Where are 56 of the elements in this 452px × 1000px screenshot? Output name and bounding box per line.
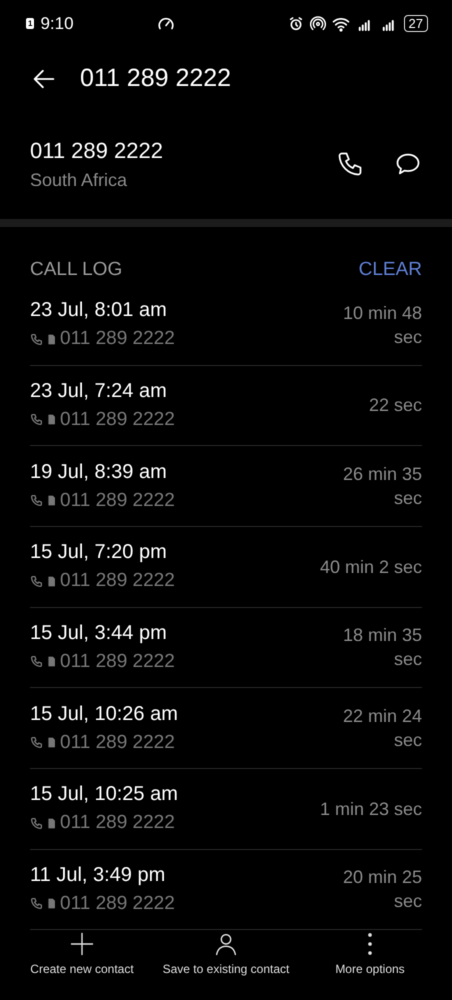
outgoing-call-icon: [30, 574, 43, 588]
call-duration: 26 min 35 sec: [342, 463, 422, 510]
call-duration: 22 min 24 sec: [342, 705, 422, 752]
contact-number: 011 289 2222: [30, 138, 164, 164]
outgoing-call-icon: [30, 494, 43, 508]
call-number: 011 289 2222: [60, 732, 175, 754]
more-icon: [368, 933, 372, 956]
call-number: 011 289 2222: [60, 490, 175, 512]
battery-level: 27: [404, 15, 428, 32]
call-date: 15 Jul, 10:26 am: [30, 702, 179, 726]
volte-badge: 1: [26, 18, 34, 30]
alarm-icon: [288, 16, 304, 32]
call-date: 23 Jul, 7:24 am: [30, 380, 168, 403]
call-date: 15 Jul, 10:25 am: [30, 783, 179, 806]
sim-icon: [46, 655, 57, 668]
outgoing-call-icon: [30, 413, 43, 426]
call-duration: 40 min 2 sec: [320, 556, 422, 579]
call-date: 15 Jul, 3:44 pm: [30, 622, 168, 645]
call-button[interactable]: [336, 150, 364, 178]
sim-icon: [46, 736, 57, 750]
sim-icon: [46, 332, 57, 346]
call-duration: 18 min 35 sec: [342, 624, 422, 672]
section-title: CALL LOG: [30, 258, 122, 281]
call-number: 011 289 2222: [60, 328, 175, 350]
call-number: 011 289 2222: [60, 570, 175, 592]
outgoing-call-icon: [30, 655, 43, 668]
call-number: 011 289 2222: [60, 408, 175, 431]
call-date: 15 Jul, 7:20 pm: [30, 541, 168, 564]
call-number: 011 289 2222: [60, 812, 175, 834]
call-date: 19 Jul, 8:39 am: [30, 460, 168, 484]
outgoing-call-icon: [30, 736, 43, 750]
status-time: 9:10: [40, 14, 74, 34]
sim-icon: [46, 897, 57, 910]
action-button[interactable]: More options: [305, 930, 435, 976]
outgoing-call-icon: [30, 332, 43, 346]
action-button[interactable]: Create new contact: [17, 930, 147, 976]
clear-button[interactable]: CLEAR: [358, 258, 422, 281]
sim-icon: [46, 413, 57, 426]
call-number: 011 289 2222: [60, 892, 175, 915]
outgoing-call-icon: [30, 816, 43, 830]
action-button[interactable]: Save to existing contact: [161, 930, 291, 976]
contact-location: South Africa: [30, 170, 128, 191]
call-duration: 1 min 23 sec: [320, 798, 422, 821]
hotspot-icon: [310, 16, 326, 32]
sim-icon: [46, 816, 57, 830]
outgoing-call-icon: [30, 897, 43, 910]
header-title: 011 289 2222: [80, 64, 232, 94]
call-duration: 22 sec: [368, 394, 422, 418]
phone-icon: [336, 150, 364, 178]
call-date: 11 Jul, 3:49 pm: [30, 864, 166, 887]
call-date: 23 Jul, 8:01 am: [30, 299, 168, 322]
call-duration: 20 min 25 sec: [342, 866, 422, 914]
call-number: 011 289 2222: [60, 650, 175, 673]
sim-icon: [46, 494, 57, 508]
sim-icon: [46, 574, 57, 588]
call-duration: 10 min 48 sec: [342, 302, 422, 349]
